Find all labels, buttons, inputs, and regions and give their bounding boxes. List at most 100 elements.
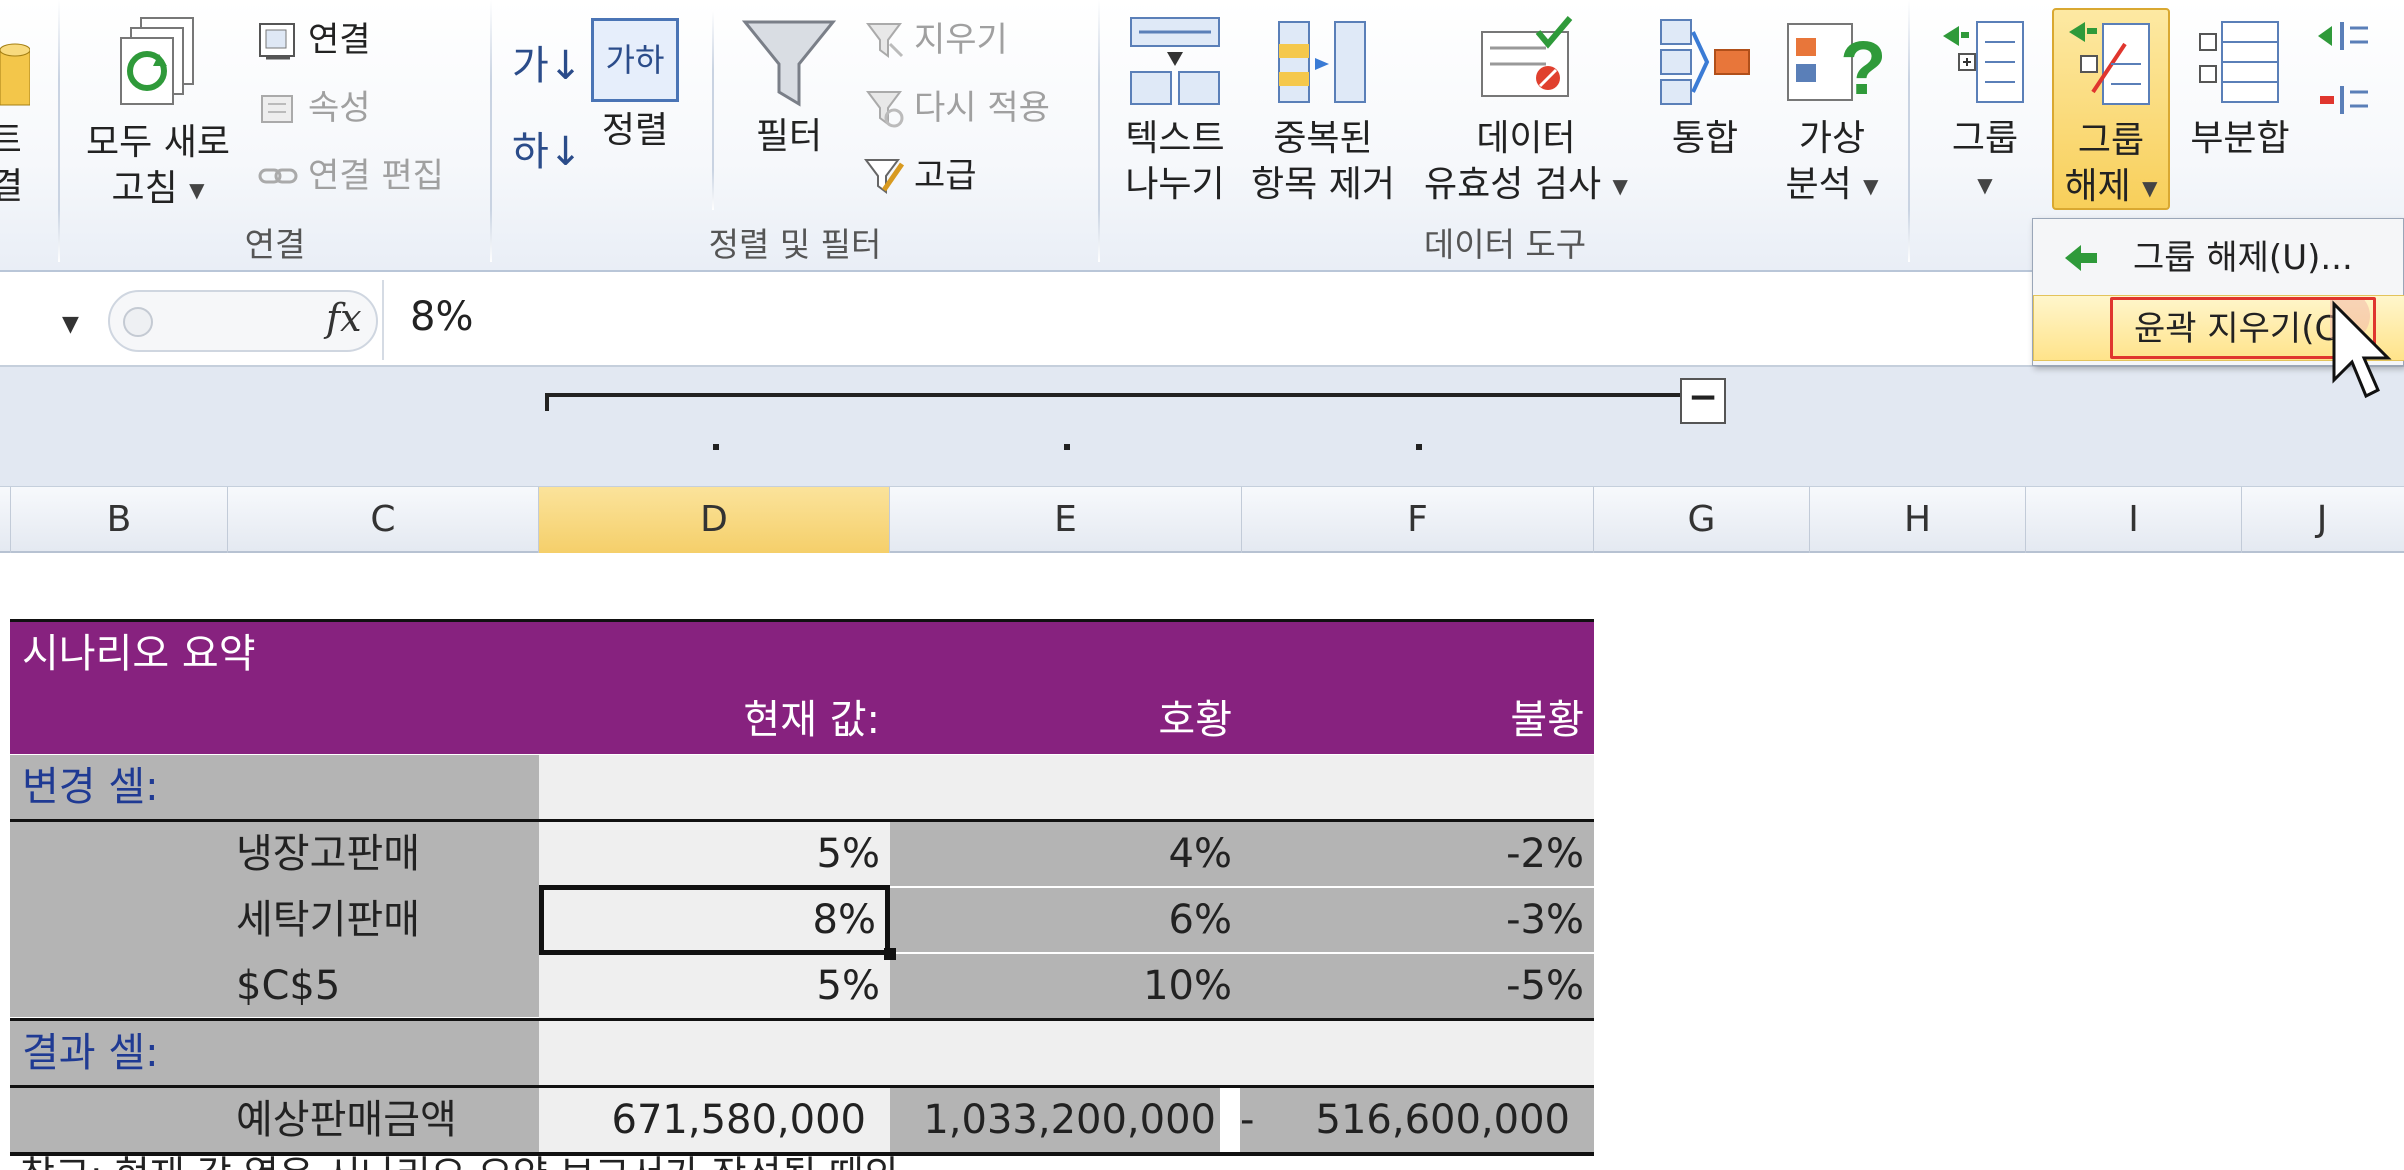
consolidate-button[interactable]: 통합 [1650,14,1760,162]
result-cells-label[interactable]: 결과 셀: [10,1021,539,1085]
row-3-bad[interactable]: -5% [1242,954,1594,1018]
result-cells-spacer [539,1021,1594,1085]
column-header-f[interactable]: F [1242,487,1594,553]
header-good[interactable]: 호황 [890,688,1232,752]
column-header-j[interactable]: J [2242,487,2402,553]
group-label-data-tools: 데이터 도구 [1423,225,1587,264]
clear-filter-button[interactable]: 지우기 [862,14,1008,66]
subtotal-button[interactable]: 부분합 [2180,14,2300,162]
subtotal-icon [2199,21,2279,103]
group-separator [1908,0,1910,262]
insert-function-icon[interactable]: fx [326,296,362,340]
mouse-cursor-icon [2330,300,2392,399]
result-bad[interactable]: 516,600,000 [1280,1088,1594,1152]
ungroup-arrow-icon [2065,245,2097,271]
ungroup-label-2: 해제 [2064,166,2131,207]
reapply-button[interactable]: 다시 적용 [862,82,1050,134]
row-3-current[interactable]: 5% [539,954,890,1018]
group-button[interactable]: 그룹 ▼ [1930,14,2040,208]
row-3-name[interactable]: $C$5 [236,954,536,1018]
row-2-name[interactable]: 세탁기판매 [236,888,536,952]
consolidate-label: 통합 [1671,118,1739,159]
row-1-bad[interactable]: -2% [1242,822,1594,886]
header-current-value[interactable]: 현재 값: [539,688,880,752]
column-header-e[interactable]: E [890,487,1242,553]
column-header-i[interactable]: I [2026,487,2242,553]
filter-button[interactable]: 필터 [730,18,848,160]
ungroup-button[interactable]: 그룹 해제 ▼ [2052,8,2170,210]
text-to-columns-button[interactable]: 텍스트 나누기 [1112,14,1238,208]
remove-duplicates-label-2: 항목 제거 [1251,164,1395,205]
column-header-d[interactable]: D [539,487,890,553]
from-other-sources-label-bottom[interactable]: 결 [0,164,20,210]
name-box-dropdown-icon[interactable]: ▼ [62,312,79,337]
row-2-bad[interactable]: -3% [1242,888,1594,952]
group-icon [1943,21,2024,103]
connections-icon [259,23,295,60]
advanced-filter-label: 고급 [914,156,977,196]
menu-item-ungroup[interactable]: 그룹 해제(U)... [2033,225,2404,291]
row-2-good[interactable]: 6% [890,888,1242,952]
sort-button[interactable]: 가하 정렬 [580,18,690,154]
changing-cells-spacer [539,755,1594,819]
header-bad[interactable]: 불황 [1242,688,1584,752]
outline-dot [1416,444,1422,450]
sort-ascending-button[interactable]: 가↓ [512,40,582,92]
outline-bar [0,367,2404,487]
refresh-all-button[interactable]: 모두 새로 고침 ▼ [76,14,240,213]
subtotal-label: 부분합 [2190,118,2290,159]
text-to-columns-icon [1130,17,1220,105]
advanced-filter-icon [864,159,905,194]
reapply-label: 다시 적용 [914,88,1050,128]
formula-input[interactable]: 8% [410,294,473,340]
edit-links-label: 연결 편집 [308,156,444,196]
svg-text:?: ? [1840,26,1882,110]
properties-icon [261,95,293,123]
reapply-icon [866,91,904,128]
changing-cells-label[interactable]: 변경 셀: [10,755,539,819]
properties-button[interactable]: 속성 [256,82,371,134]
fill-handle[interactable] [884,948,896,960]
row-1-good[interactable]: 4% [890,822,1242,886]
column-header-h[interactable]: H [1810,487,2026,553]
remove-duplicates-icon [1278,21,1366,103]
clear-filter-label: 지우기 [914,20,1008,60]
sort-icon-text: 가하 [605,41,665,79]
table-note: 참고: 현재 값 열은 시나리오 요약 보고서가 작성될 때의 [20,1150,899,1170]
remove-duplicates-button[interactable]: 중복된 항목 제거 [1248,14,1398,208]
from-other-sources-label-top[interactable]: 트 [0,118,20,164]
sort-ascending-icon: 가↓ [512,43,583,89]
remove-duplicates-label-1: 중복된 [1273,118,1373,159]
properties-label: 속성 [308,88,371,128]
edit-links-button[interactable]: 연결 편집 [256,150,444,202]
sort-descending-button[interactable]: 하↓ [512,126,582,178]
connections-button[interactable]: 연결 [256,14,371,66]
ungroup-icon [2069,22,2150,105]
show-detail-icon[interactable] [2316,16,2376,56]
what-if-analysis-icon: ? [1787,23,1882,110]
cancel-entry-icon[interactable] [118,302,158,342]
collapse-outline-button[interactable]: − [1680,378,1726,424]
group-separator [712,10,714,210]
hide-detail-icon[interactable] [2316,80,2376,120]
row-3-good[interactable]: 10% [890,954,1242,1018]
chevron-down-icon: ▼ [2142,176,2158,200]
column-header-g[interactable]: G [1594,487,1810,553]
outline-dot [1064,444,1070,450]
result-good[interactable]: 1,033,200,000 [890,1088,1220,1152]
what-if-analysis-button[interactable]: ? 가상 분석 ▼ [1774,14,1890,209]
data-validation-button[interactable]: 데이터 유효성 검사 ▼ [1416,14,1636,209]
advanced-filter-button[interactable]: 고급 [862,150,977,202]
row-1-current[interactable]: 5% [539,822,890,886]
column-header-c[interactable]: C [228,487,539,553]
result-current[interactable]: 671,580,000 [539,1088,890,1152]
column-header-b[interactable]: B [10,487,228,553]
result-name[interactable]: 예상판매금액 [236,1088,536,1152]
sort-label: 정렬 [601,110,669,151]
clear-filter-icon [866,23,904,58]
active-cell-cursor[interactable] [539,885,890,955]
data-validation-icon [1481,16,1573,97]
row-1-name[interactable]: 냉장고판매 [236,822,536,886]
sort-descending-icon: 하↓ [512,129,583,175]
group-label: 그룹 [1951,118,2019,159]
